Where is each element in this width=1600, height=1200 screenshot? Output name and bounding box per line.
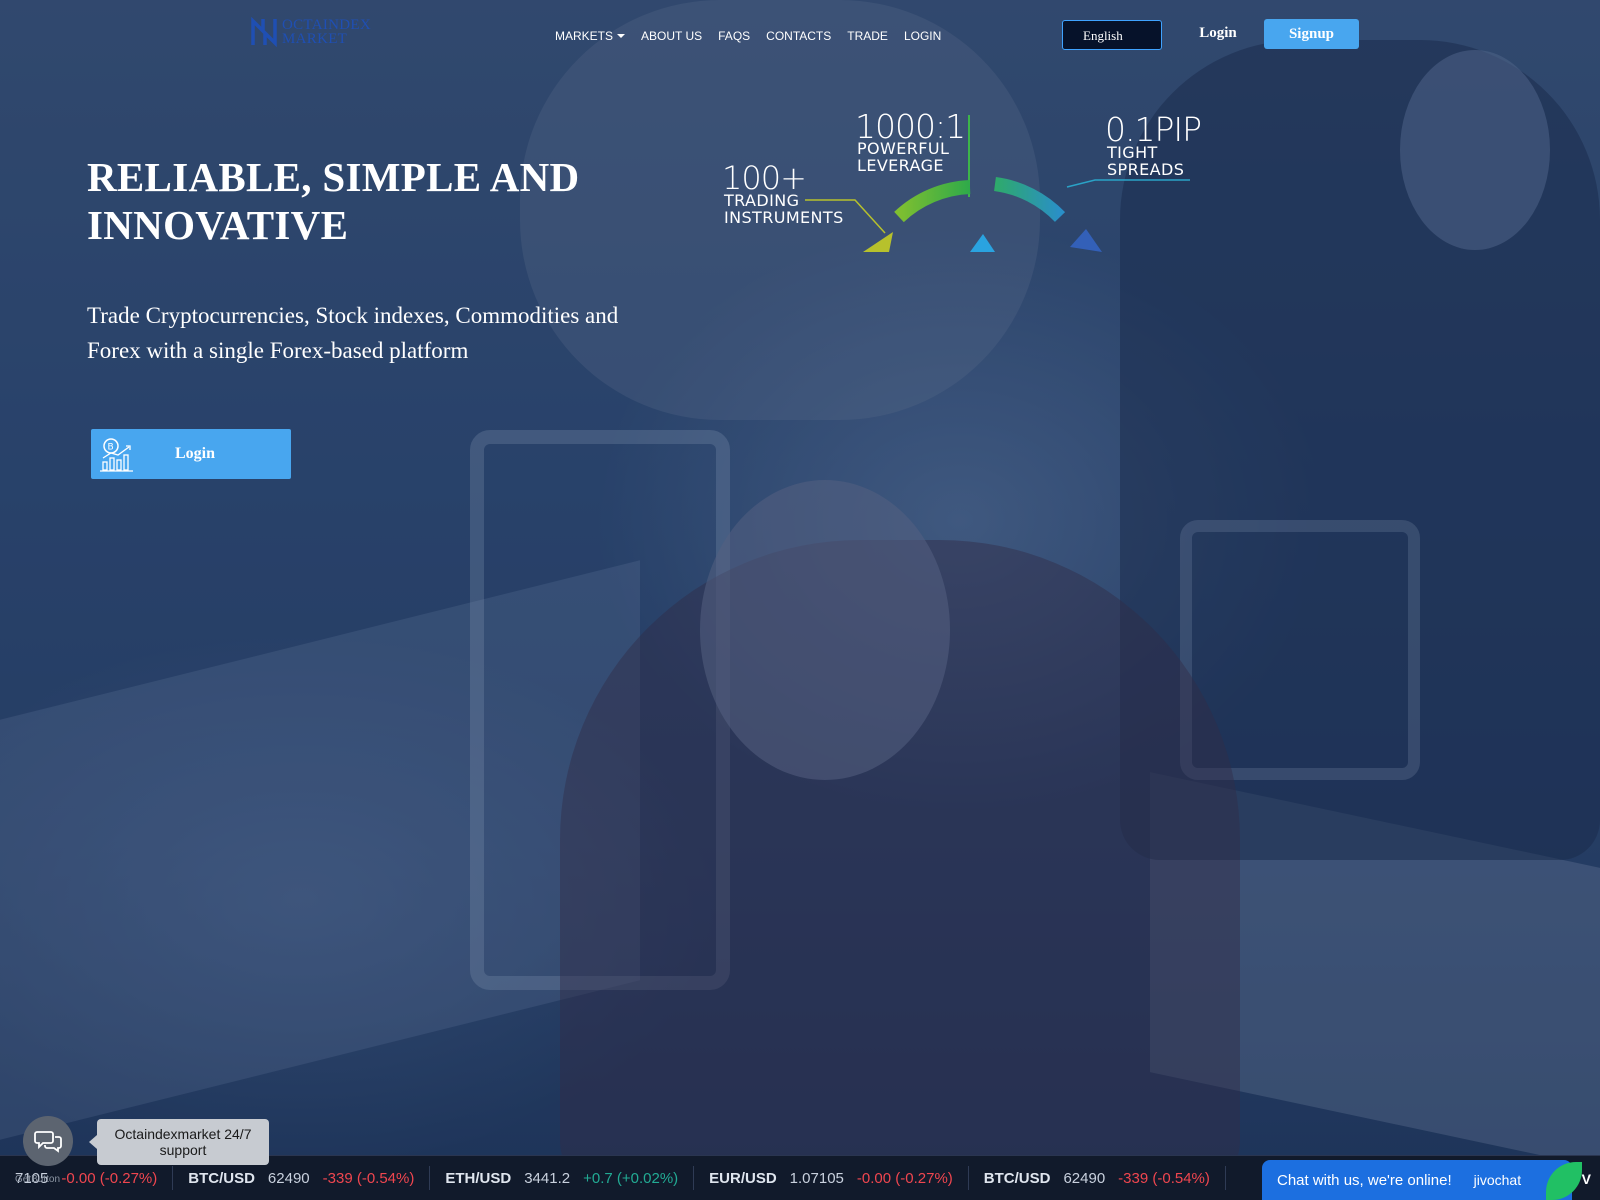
nav-trade[interactable]: TRADE [847, 29, 888, 43]
svg-text:B: B [108, 443, 114, 453]
ticker-change: -0.00 (-0.27%) [856, 1169, 953, 1187]
stats-graphic: 100+ TRADING INSTRUMENTS 1000:1 POWERFUL… [715, 105, 1235, 265]
nav-faqs[interactable]: FAQS [718, 29, 750, 43]
logo-line: OCTAINDEX [282, 17, 371, 33]
hero-subtitle: Trade Cryptocurrencies, Stock indexes, C… [87, 303, 619, 363]
ticker-change: +0.7 (+0.02%) [583, 1169, 679, 1187]
stat-leverage-label-2: LEVERAGE [857, 156, 944, 175]
ticker-change: -0.00 (-0.27%) [61, 1169, 158, 1187]
logo-text: OCTAINDEX MARKET [282, 17, 371, 47]
chat-support-tooltip: Octaindexmarket 24/7 support [89, 1119, 269, 1165]
jivochat-text: Chat with us, we're online! [1277, 1171, 1452, 1189]
hero-login-button[interactable]: B Login [91, 429, 291, 479]
ticker-price: 62490 [267, 1169, 310, 1187]
bitcoin-chart-icon: B [100, 438, 133, 472]
stat-spreads-label-2: SPREADS [1107, 160, 1185, 179]
ticker-symbol: ETH/USD [445, 1169, 512, 1187]
ticker-item[interactable]: BTC/USD 62490 -339 (-0.54%) [969, 1166, 1226, 1190]
site-logo[interactable]: OCTAINDEX MARKET [250, 16, 380, 48]
site-header: OCTAINDEX MARKET MARKETS ABOUT US FAQS C… [0, 0, 1600, 70]
ticker-item[interactable]: BTC/USD 62490 -339 (-0.54%) [173, 1166, 431, 1190]
stat-instruments-label-2: INSTRUMENTS [724, 208, 844, 227]
ticker-item[interactable]: EUR/USD 1.07105 -0.00 (-0.27%) [694, 1166, 969, 1190]
nav-markets[interactable]: MARKETS [555, 29, 626, 43]
chat-widget-button[interactable] [23, 1116, 73, 1166]
language-select[interactable]: English [1062, 20, 1162, 50]
ticker-symbol: BTC/USD [983, 1169, 1051, 1187]
header-signup-button[interactable]: Signup [1264, 19, 1359, 49]
getbutton-label[interactable]: GetButton [15, 1174, 60, 1185]
stat-instruments-label-1: TRADING [724, 191, 800, 210]
stat-leverage-label-1: POWERFUL [857, 139, 950, 158]
header-login-button[interactable]: Login [1190, 25, 1246, 42]
nav-label: MARKETS [555, 29, 614, 43]
nav-contacts[interactable]: CONTACTS [766, 29, 831, 43]
ticker-change: -339 (-0.54%) [1118, 1169, 1210, 1187]
ticker-price: 1.07105 [789, 1169, 844, 1187]
hero-login-label: Login [175, 445, 216, 462]
ticker-change: -339 (-0.54%) [322, 1169, 415, 1187]
jivochat-widget[interactable]: Chat with us, we're online! jivochat [1262, 1160, 1582, 1200]
ticker-price: 3441.2 [524, 1169, 571, 1187]
jivochat-brand: jivochat [1473, 1172, 1522, 1188]
hero-title: RELIABLE, SIMPLE AND INNOVATIVE [87, 154, 580, 248]
logo-mark-icon [251, 17, 277, 47]
ticker-symbol: BTC/USD [188, 1169, 255, 1187]
main-nav: MARKETS ABOUT US FAQS CONTACTS TRADE LOG… [555, 26, 941, 46]
ticker-item[interactable]: ETH/USD 3441.2 +0.7 (+0.02%) [430, 1166, 695, 1190]
chat-bubbles-icon [34, 1131, 62, 1153]
ticker-symbol: EUR/USD [709, 1169, 777, 1187]
nav-about-us[interactable]: ABOUT US [641, 29, 702, 43]
logo-line: MARKET [282, 31, 348, 47]
chevron-down-icon [617, 34, 626, 38]
nav-login[interactable]: LOGIN [904, 29, 941, 43]
stat-spreads-label-1: TIGHT [1107, 143, 1158, 162]
ticker-price: 62490 [1063, 1169, 1106, 1187]
